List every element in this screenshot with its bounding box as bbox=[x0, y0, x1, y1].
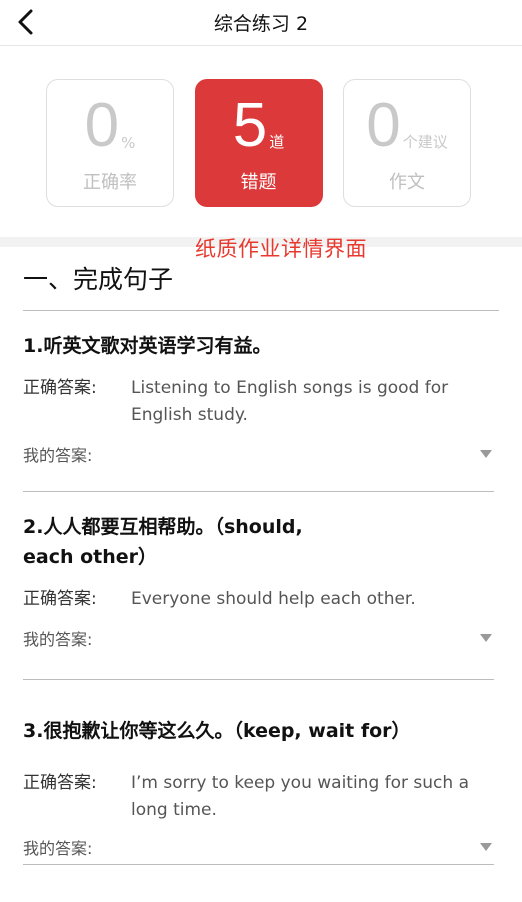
correct-answer-label: 正确答案: bbox=[23, 773, 97, 793]
correct-answer-label: 正确答案: bbox=[23, 589, 97, 609]
wrong-questions-card[interactable]: 5 道 错题 bbox=[194, 79, 323, 207]
my-answer-row[interactable]: 我的答案: bbox=[23, 441, 494, 467]
correct-answer-row: 正确答案: Listening to English songs is good… bbox=[23, 375, 494, 429]
chevron-left-icon bbox=[18, 9, 33, 35]
my-answer-row[interactable]: 我的答案: bbox=[23, 834, 494, 860]
correct-answer-label: 正确答案: bbox=[23, 378, 97, 398]
dropdown-arrow-icon[interactable] bbox=[480, 843, 492, 851]
wrong-count-label: 错题 bbox=[240, 172, 277, 193]
correct-answer-row: 正确答案: I’m sorry to keep you waiting for … bbox=[23, 770, 494, 824]
my-answer-label: 我的答案: bbox=[23, 630, 93, 649]
correct-answer-row: 正确答案: Everyone should help each other. bbox=[23, 586, 494, 613]
header-bar: 综合练习 2 bbox=[0, 0, 522, 46]
accuracy-label: 正确率 bbox=[83, 172, 137, 193]
wrong-count-unit: 道 bbox=[269, 133, 285, 151]
accuracy-value: 0 bbox=[84, 91, 120, 160]
dropdown-arrow-icon[interactable] bbox=[480, 450, 492, 458]
my-answer-label: 我的答案: bbox=[23, 839, 93, 858]
correct-answer-text: I’m sorry to keep you waiting for such a… bbox=[131, 773, 469, 820]
accuracy-unit: % bbox=[121, 134, 136, 152]
back-button[interactable] bbox=[10, 6, 42, 38]
question-item: 1.听英文歌对英语学习有益。 正确答案: Listening to Englis… bbox=[23, 311, 494, 492]
annotation-text: 纸质作业详情界面 bbox=[195, 237, 367, 261]
my-answer-row[interactable]: 我的答案: bbox=[23, 625, 494, 651]
question-item: 3.很抱歉让你等这么久。（keep, wait for） 正确答案: I’m s… bbox=[23, 680, 494, 865]
essay-unit: 个建议 bbox=[402, 133, 448, 151]
wrong-count-value: 5 bbox=[232, 91, 268, 160]
dropdown-arrow-icon[interactable] bbox=[480, 634, 492, 642]
stats-row: 0 % 正确率 5 道 错题 0 个建议 作文 bbox=[0, 79, 522, 207]
my-answer-label: 我的答案: bbox=[23, 446, 93, 465]
question-item: 2.人人都要互相帮助。（should, each other） 正确答案: Ev… bbox=[23, 492, 494, 680]
accuracy-card[interactable]: 0 % 正确率 bbox=[46, 79, 174, 207]
essay-card[interactable]: 0 个建议 作文 bbox=[343, 79, 471, 207]
question-text: 1.听英文歌对英语学习有益。 bbox=[23, 335, 272, 357]
essay-value: 0 bbox=[366, 91, 401, 160]
essay-label: 作文 bbox=[389, 172, 425, 193]
correct-answer-text: Listening to English songs is good for E… bbox=[131, 378, 449, 425]
question-text: 2.人人都要互相帮助。（should, each other） bbox=[23, 516, 303, 568]
question-text: 3.很抱歉让你等这么久。（keep, wait for） bbox=[23, 720, 411, 742]
page-title: 综合练习 2 bbox=[213, 13, 309, 35]
correct-answer-text: Everyone should help each other. bbox=[131, 589, 416, 609]
section-title: 一、完成句子 bbox=[23, 260, 499, 311]
